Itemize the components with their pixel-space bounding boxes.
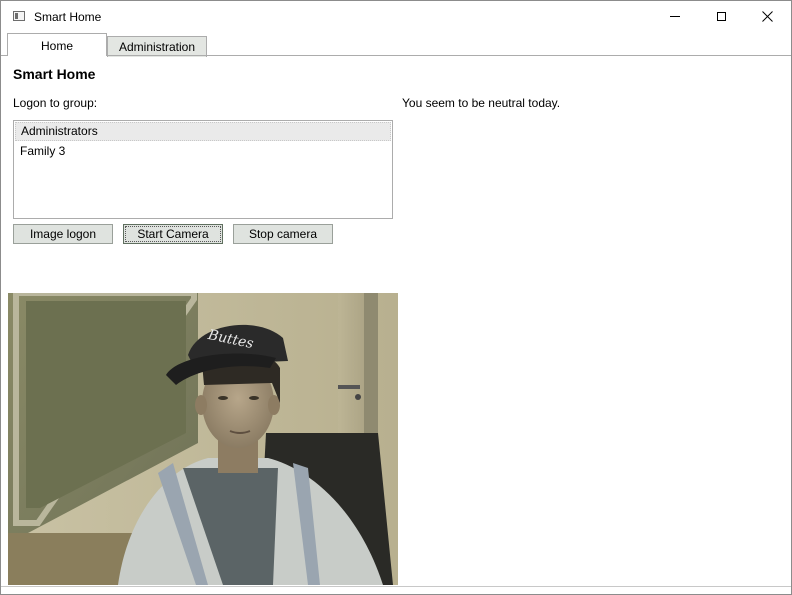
page-title: Smart Home: [13, 66, 96, 82]
camera-feed: Buttes: [8, 293, 398, 585]
stop-camera-button[interactable]: Stop camera: [233, 224, 333, 244]
tab-strip: Home Administration: [1, 32, 791, 57]
app-window: Smart Home Home Administration Smart Hom…: [0, 0, 792, 595]
title-bar[interactable]: Smart Home: [1, 1, 791, 32]
maximize-button[interactable]: [698, 1, 744, 32]
group-listbox[interactable]: Administrators Family 3: [13, 120, 393, 219]
tab-divider: [1, 55, 791, 56]
close-icon: [761, 11, 773, 22]
start-camera-button[interactable]: Start Camera: [123, 224, 223, 244]
tab-home[interactable]: Home: [7, 33, 107, 56]
camera-image: Buttes: [8, 293, 398, 585]
group-label: Logon to group:: [13, 96, 98, 110]
minimize-icon: [670, 16, 680, 17]
close-button[interactable]: [744, 1, 790, 32]
maximize-icon: [716, 12, 726, 21]
list-item[interactable]: Administrators: [15, 122, 391, 141]
list-item[interactable]: Family 3: [14, 141, 392, 161]
bottom-divider: [1, 586, 791, 587]
tab-administration[interactable]: Administration: [107, 36, 207, 57]
image-logon-button[interactable]: Image logon: [13, 224, 113, 244]
window-title: Smart Home: [34, 10, 102, 24]
minimize-button[interactable]: [652, 1, 698, 32]
window-app-icon: [13, 11, 25, 21]
mood-status-text: You seem to be neutral today.: [402, 96, 561, 110]
